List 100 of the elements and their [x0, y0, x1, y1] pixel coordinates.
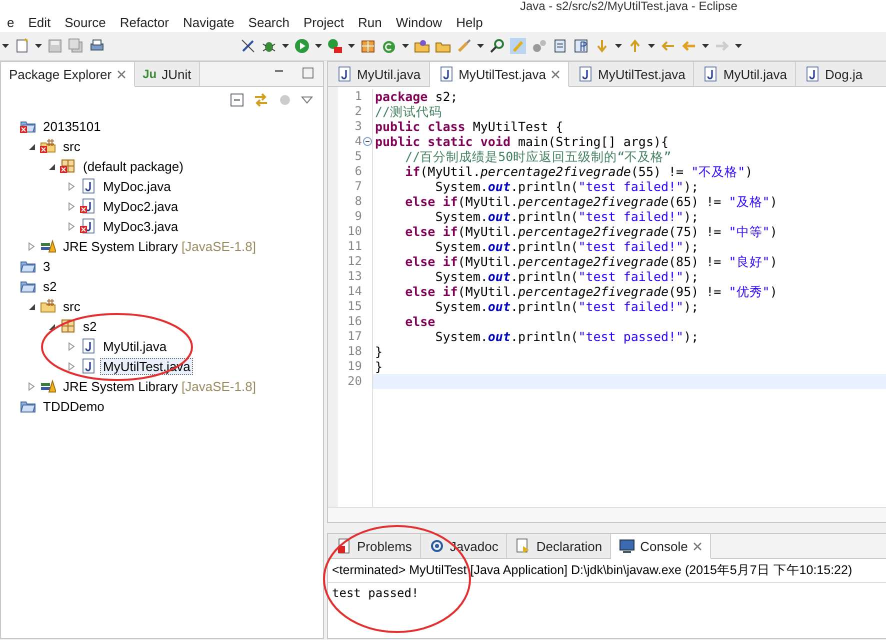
- editor-tab[interactable]: MyUtilTest.java: [430, 62, 569, 87]
- collapsed-arrow-icon[interactable]: [27, 242, 36, 250]
- caret-icon[interactable]: [402, 44, 409, 48]
- view-tab[interactable]: Declaration: [507, 534, 612, 558]
- paragraph-icon[interactable]: [573, 38, 589, 54]
- caret-icon[interactable]: [35, 44, 42, 48]
- expanded-arrow-icon[interactable]: [47, 322, 56, 330]
- search-icon[interactable]: [489, 38, 505, 54]
- collapsed-arrow-icon[interactable]: [67, 182, 76, 190]
- new-file-icon[interactable]: [14, 38, 30, 54]
- menu-item[interactable]: Window: [388, 14, 450, 30]
- java-file-icon: [438, 66, 454, 82]
- console-header: <terminated> MyUtilTest [Java Application] D:\jdk\bin\javaw.exe (2015年5月7日 下午10:15:22): [328, 559, 886, 583]
- link-arrows-icon[interactable]: [253, 92, 269, 108]
- line-number: 11: [346, 239, 363, 254]
- java-file-icon: [336, 66, 352, 82]
- editor-tab[interactable]: Dog.ja: [796, 62, 886, 86]
- view-tab[interactable]: Console: [611, 534, 711, 559]
- caret-icon[interactable]: [735, 44, 742, 48]
- view-menu-icon[interactable]: [301, 96, 313, 104]
- tree-item[interactable]: MyDoc2.java: [100, 198, 182, 214]
- library-qualifier: [JavaSE-1.8]: [182, 378, 256, 394]
- open-folder-icon[interactable]: [414, 38, 430, 54]
- code-line: public static void main(String[] args){: [374, 134, 670, 149]
- expanded-arrow-icon[interactable]: [47, 162, 56, 170]
- collapsed-arrow-icon[interactable]: [67, 202, 76, 210]
- save-icon[interactable]: [47, 38, 63, 54]
- line-number: 5: [354, 149, 363, 164]
- bubble-icon[interactable]: [531, 38, 547, 54]
- caret-icon[interactable]: [315, 44, 322, 48]
- tree-item[interactable]: 3: [40, 258, 54, 274]
- line-number: 12: [346, 254, 363, 269]
- collapsed-arrow-icon[interactable]: [67, 342, 76, 350]
- close-icon[interactable]: [116, 70, 126, 78]
- line-number: 1: [354, 89, 363, 104]
- caret-icon[interactable]: [348, 44, 355, 48]
- line-number: 15: [346, 299, 363, 314]
- expanded-arrow-icon[interactable]: [27, 302, 36, 310]
- close-icon[interactable]: [692, 542, 702, 550]
- tree-item[interactable]: src: [60, 298, 84, 314]
- menu-item[interactable]: Refactor: [112, 14, 176, 30]
- save-all-icon[interactable]: [68, 38, 84, 54]
- expanded-arrow-icon[interactable]: [27, 142, 36, 150]
- menu-item[interactable]: Edit: [21, 14, 58, 30]
- editor-tab[interactable]: MyUtil.java: [328, 62, 430, 86]
- code-line: public class MyUtilTest {: [374, 119, 564, 134]
- line-number: 7: [354, 179, 363, 194]
- view-tab[interactable]: Ju JUnit: [134, 62, 200, 86]
- menu-item[interactable]: Project: [296, 14, 351, 30]
- code-line: //测试代码: [374, 104, 444, 119]
- menu-item[interactable]: e: [0, 14, 22, 30]
- collapsed-arrow-icon[interactable]: [67, 362, 76, 370]
- code-line: package s2;: [374, 89, 459, 104]
- tree-item[interactable]: JRE System Library [JavaSE-1.8]: [60, 238, 259, 254]
- view-tab[interactable]: Package Explorer: [1, 62, 135, 87]
- caret-icon[interactable]: [2, 44, 9, 48]
- tree-item[interactable]: JRE System Library [JavaSE-1.8]: [60, 378, 259, 394]
- java-file-icon: [577, 66, 593, 82]
- brush-icon[interactable]: [456, 38, 472, 54]
- tree-item[interactable]: MyDoc.java: [100, 178, 174, 194]
- menu-item[interactable]: Search: [241, 14, 296, 30]
- caret-icon[interactable]: [477, 44, 484, 48]
- caret-icon[interactable]: [282, 44, 289, 48]
- horizontal-scrollbar[interactable]: [328, 507, 886, 522]
- line-number: 18: [346, 344, 363, 359]
- code-line: else if(MyUtil.percentage2fivegrade(85) != "良好"): [404, 254, 778, 269]
- collapsed-arrow-icon[interactable]: [27, 382, 36, 390]
- caret-icon[interactable]: [648, 44, 655, 48]
- block-icon[interactable]: [552, 38, 568, 54]
- tree-item[interactable]: (default package): [80, 158, 186, 174]
- menu-item[interactable]: Navigate: [176, 14, 242, 30]
- code-line: System.out.println("test passed!");: [434, 329, 700, 344]
- tree-item[interactable]: s2: [40, 278, 60, 294]
- code-line: }: [374, 359, 384, 374]
- tree-item[interactable]: src: [60, 138, 84, 154]
- editor-tab[interactable]: MyUtil.java: [694, 62, 796, 86]
- close-icon[interactable]: [551, 70, 560, 78]
- collapse-all-icon[interactable]: [229, 92, 245, 108]
- tree-item[interactable]: 20135101: [40, 118, 104, 134]
- line-number: 17: [346, 329, 363, 344]
- run-icon[interactable]: [294, 38, 310, 54]
- editor-tab[interactable]: MyUtilTest.java: [569, 62, 694, 86]
- collapsed-arrow-icon[interactable]: [67, 222, 76, 230]
- new-class-circle-icon[interactable]: [381, 38, 397, 54]
- tree-item[interactable]: MyDoc3.java: [100, 218, 182, 234]
- line-number: 2: [354, 104, 363, 119]
- code-line: if(MyUtil.percentage2fivegrade(55) != "不及格"): [404, 164, 754, 179]
- menu-item[interactable]: Run: [350, 14, 389, 30]
- menu-item[interactable]: Help: [449, 14, 490, 30]
- line-number: 14: [346, 284, 363, 299]
- menu-item[interactable]: Source: [58, 14, 113, 30]
- fold-icon[interactable]: [363, 137, 372, 146]
- tree-item[interactable]: TDDDemo: [40, 398, 108, 414]
- tree-item[interactable]: s2: [80, 318, 100, 334]
- caret-icon[interactable]: [615, 44, 622, 48]
- view-tab[interactable]: Problems: [328, 534, 421, 558]
- at-sign-icon: [428, 538, 445, 554]
- tree-item[interactable]: MyUtil.java: [100, 338, 170, 354]
- caret-icon[interactable]: [702, 44, 709, 48]
- line-number: 4: [338, 134, 372, 149]
